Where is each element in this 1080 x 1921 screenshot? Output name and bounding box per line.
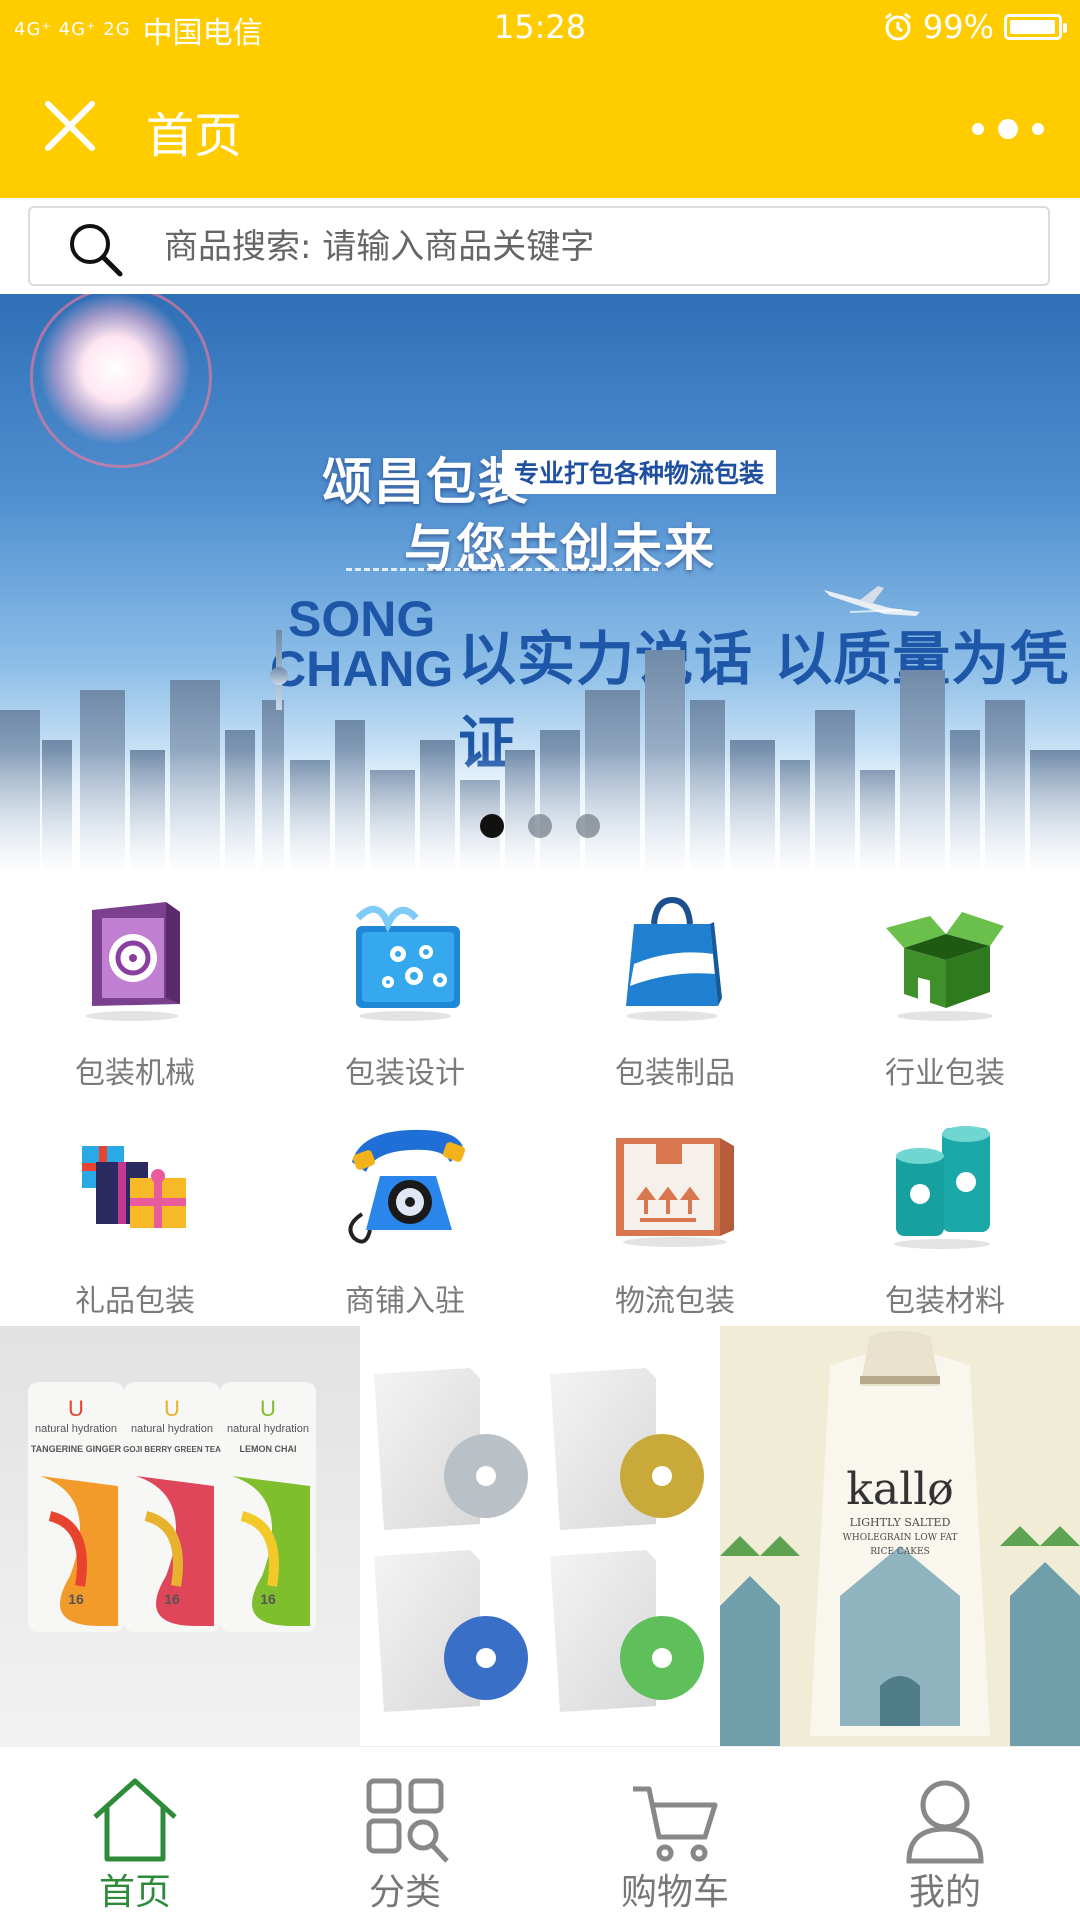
product-strip: U U U natural hydration natural hydratio… [0,1326,1080,1746]
material-rolls-icon [894,1126,990,1249]
carousel-dot[interactable] [528,814,552,838]
status-bar: 4G⁺ 4G⁺ 2G 中国电信 15:28 99% [0,0,1080,56]
category-store-entry[interactable]: 商铺入驻 [270,1098,540,1326]
count-text: 16 [260,1591,276,1607]
battery-icon [1004,14,1067,40]
rice-cakes-image: kallø LIGHTLY SALTED WHOLEGRAIN LOW FAT … [720,1331,1080,1746]
kallo-text-1: LIGHTLY SALTED [850,1516,951,1529]
banner-tag: 专业打包各种物流包装 [502,450,777,494]
category-industry-packaging[interactable]: 行业包装 [810,870,1080,1098]
category-label: 行业包装 [885,1056,1005,1091]
tab-label: 分类 [368,1872,441,1913]
carousel-dots [0,814,1080,838]
category-packaging-machinery[interactable]: 包装机械 [0,870,270,1098]
telephone-icon [348,1129,466,1244]
category-label: 包装机械 [75,1056,195,1091]
close-icon[interactable] [40,96,100,156]
promo-banner[interactable]: 颂昌包装 专业打包各种物流包装 与您共创未来 SONG CHANG 以实力说话 … [0,294,1080,870]
category-logistics-packaging[interactable]: 物流包装 [540,1098,810,1326]
category-label: 商铺入驻 [345,1284,465,1319]
count-text: 16 [164,1591,180,1607]
tab-label: 首页 [98,1872,171,1913]
flavor-text: LEMON CHAI [240,1444,297,1454]
category-label: 物流包装 [615,1284,735,1319]
battery-text: 99% [922,8,994,46]
category-grid-icon [366,1778,449,1863]
user-icon [906,1780,984,1864]
more-dots-icon[interactable] [972,114,1044,144]
tab-home[interactable]: 首页 [0,1747,270,1921]
brand-text: natural hydration [227,1423,309,1435]
product-card-drink-cans[interactable]: U U U natural hydration natural hydratio… [0,1326,360,1746]
svg-text:U: U [164,1396,180,1421]
banner-title: 颂昌包装 [322,453,530,511]
page-title: 首页 [146,110,243,163]
category-packaging-products[interactable]: 包装制品 [540,870,810,1098]
count-text: 16 [68,1591,84,1607]
app-root: 4G⁺ 4G⁺ 2G 中国电信 15:28 99% 首页 商品搜索: 请输入商品… [0,0,1080,1921]
search-icon[interactable] [66,220,124,278]
category-packaging-design[interactable]: 包装设计 [270,870,540,1098]
carousel-dot[interactable] [480,814,504,838]
status-right: 99% [883,8,1067,46]
category-label: 礼品包装 [75,1284,195,1319]
gift-design-icon [355,905,460,1021]
disc-boxes-image [374,1368,704,1712]
category-label: 包装设计 [345,1056,465,1091]
tab-profile[interactable]: 我的 [810,1747,1080,1921]
cart-icon [633,1786,718,1862]
airplane-icon [824,586,920,616]
bottom-tab-bar: 首页 分类 购物车 我的 [0,1746,1080,1921]
svg-text:U: U [68,1396,84,1421]
packaging-machine-icon [86,902,180,1021]
banner-divider [346,568,658,571]
gift-boxes-icon [82,1146,186,1228]
app-header: 首页 [0,56,1080,198]
flavor-text: GOJI BERRY GREEN TEA [123,1445,221,1454]
search-box[interactable] [28,206,1050,286]
more-dot [972,123,984,135]
search-input[interactable] [162,218,1026,276]
shipping-carton-icon [616,1138,734,1247]
kallo-text-3: RICE CAKES [870,1547,930,1557]
product-card-disc-boxes[interactable] [360,1326,720,1746]
product-card-rice-cakes[interactable]: kallø LIGHTLY SALTED WHOLEGRAIN LOW FAT … [720,1326,1080,1746]
more-dot [1032,123,1044,135]
category-grid: 包装机械 包装设计 包装制品 行业包装 礼品包装 商铺入驻 物流包装 包装材料 [0,870,1080,1326]
category-packaging-materials[interactable]: 包装材料 [810,1098,1080,1326]
svg-text:U: U [260,1396,276,1421]
alarm-clock-icon [884,12,911,41]
battery-fill [1010,20,1056,34]
category-label: 包装材料 [885,1284,1005,1319]
category-label: 包装制品 [615,1056,735,1091]
open-box-icon [886,912,1004,1021]
category-gift-packaging[interactable]: 礼品包装 [0,1098,270,1326]
tab-label: 我的 [908,1872,981,1913]
tab-cart[interactable]: 购物车 [540,1747,810,1921]
tab-label: 购物车 [620,1872,729,1913]
flavor-text: TANGERINE GINGER [31,1444,122,1454]
search-bar [0,198,1080,294]
tab-category[interactable]: 分类 [270,1747,540,1921]
kallo-brand: kallø [846,1464,954,1515]
home-icon [93,1778,177,1862]
drink-cans-image: U U U natural hydration natural hydratio… [28,1382,316,1632]
brand-text: natural hydration [35,1423,117,1435]
shopping-bag-icon [626,896,722,1021]
kallo-text-2: WHOLEGRAIN LOW FAT [843,1533,958,1543]
more-dot [998,119,1018,139]
carousel-dot[interactable] [576,814,600,838]
lens-ring [30,294,212,468]
brand-text: natural hydration [131,1423,213,1435]
